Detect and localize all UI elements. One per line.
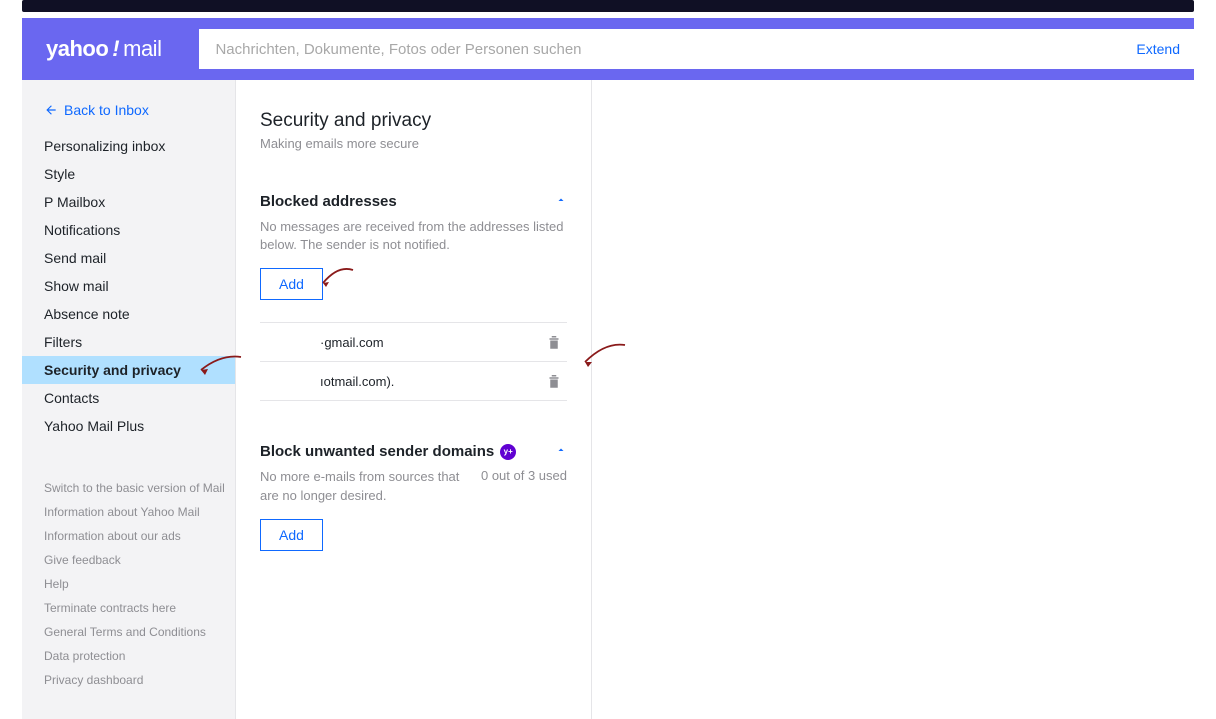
- secondary-link[interactable]: Information about our ads: [44, 524, 235, 548]
- sidebar-item[interactable]: Style: [22, 160, 235, 188]
- domains-heading: Block unwanted sender domains y+: [260, 443, 516, 460]
- sidebar-item[interactable]: P Mailbox: [22, 188, 235, 216]
- search-wrap: Extend: [199, 29, 1194, 69]
- add-blocked-button[interactable]: Add: [260, 268, 323, 300]
- content: Back to Inbox Personalizing inboxStyleP …: [22, 80, 1194, 719]
- sidebar-item[interactable]: Send mail: [22, 244, 235, 272]
- secondary-link[interactable]: General Terms and Conditions: [44, 620, 235, 644]
- sidebar-item[interactable]: Yahoo Mail Plus: [22, 412, 235, 440]
- blocked-heading: Blocked addresses: [260, 193, 397, 210]
- logo-exclaim: !: [112, 36, 119, 62]
- blocked-address: ıotmail.com).: [264, 374, 394, 389]
- blocked-list: ·gmail.com ıotmail.com).: [260, 322, 567, 401]
- settings-panel: Security and privacy Making emails more …: [236, 80, 592, 719]
- logo-text-a: yahoo: [46, 36, 108, 62]
- secondary-link[interactable]: Help: [44, 572, 235, 596]
- add-domain-button[interactable]: Add: [260, 519, 323, 551]
- trash-icon[interactable]: [545, 372, 563, 390]
- domains-usage: 0 out of 3 used: [471, 468, 567, 483]
- arrow-left-icon: [44, 103, 58, 117]
- secondary-links: Switch to the basic version of MailInfor…: [22, 476, 235, 692]
- secondary-link[interactable]: Information about Yahoo Mail: [44, 500, 235, 524]
- extend-link[interactable]: Extend: [1136, 41, 1180, 57]
- annotation-arrow-add: [318, 265, 358, 295]
- secondary-link[interactable]: Switch to the basic version of Mail: [44, 476, 235, 500]
- empty-detail-pane: [592, 80, 1194, 719]
- sidebar-item[interactable]: Security and privacy: [22, 356, 235, 384]
- top-strip: [22, 0, 1194, 12]
- blocked-row: ıotmail.com).: [260, 362, 567, 401]
- sidebar-item[interactable]: Filters: [22, 328, 235, 356]
- main: Security and privacy Making emails more …: [236, 80, 1194, 719]
- blocked-desc: No messages are received from the addres…: [260, 218, 567, 254]
- sidebar-item[interactable]: Contacts: [22, 384, 235, 412]
- logo[interactable]: yahoo!mail: [46, 36, 161, 62]
- blocked-address: ·gmail.com: [264, 335, 384, 350]
- secondary-link[interactable]: Terminate contracts here: [44, 596, 235, 620]
- secondary-link[interactable]: Privacy dashboard: [44, 668, 235, 692]
- domains-desc: No more e-mails from sources that are no…: [260, 468, 471, 504]
- sidebar-item[interactable]: Notifications: [22, 216, 235, 244]
- sidebar-item[interactable]: Absence note: [22, 300, 235, 328]
- nav-list: Personalizing inboxStyleP MailboxNotific…: [22, 132, 235, 440]
- sidebar-item[interactable]: Personalizing inbox: [22, 132, 235, 160]
- yahoo-plus-badge: y+: [500, 444, 516, 460]
- back-to-inbox[interactable]: Back to Inbox: [22, 96, 235, 132]
- sidebar-item[interactable]: Show mail: [22, 272, 235, 300]
- trash-icon[interactable]: [545, 333, 563, 351]
- header: yahoo!mail Extend: [22, 18, 1194, 80]
- logo-text-mail: mail: [123, 36, 161, 62]
- domains-heading-text: Block unwanted sender domains: [260, 443, 494, 460]
- secondary-link[interactable]: Data protection: [44, 644, 235, 668]
- search-input[interactable]: [199, 29, 1194, 69]
- back-label: Back to Inbox: [64, 102, 149, 118]
- page-title: Security and privacy: [260, 110, 567, 132]
- block-domains-section: Block unwanted sender domains y+ No more…: [260, 443, 567, 550]
- chevron-up-icon[interactable]: [555, 444, 567, 459]
- sidebar: Back to Inbox Personalizing inboxStyleP …: [22, 80, 236, 719]
- blocked-row: ·gmail.com: [260, 322, 567, 362]
- secondary-link[interactable]: Give feedback: [44, 548, 235, 572]
- chevron-up-icon[interactable]: [555, 194, 567, 209]
- blocked-addresses-section: Blocked addresses No messages are receiv…: [260, 193, 567, 401]
- page-subtitle: Making emails more secure: [260, 136, 567, 151]
